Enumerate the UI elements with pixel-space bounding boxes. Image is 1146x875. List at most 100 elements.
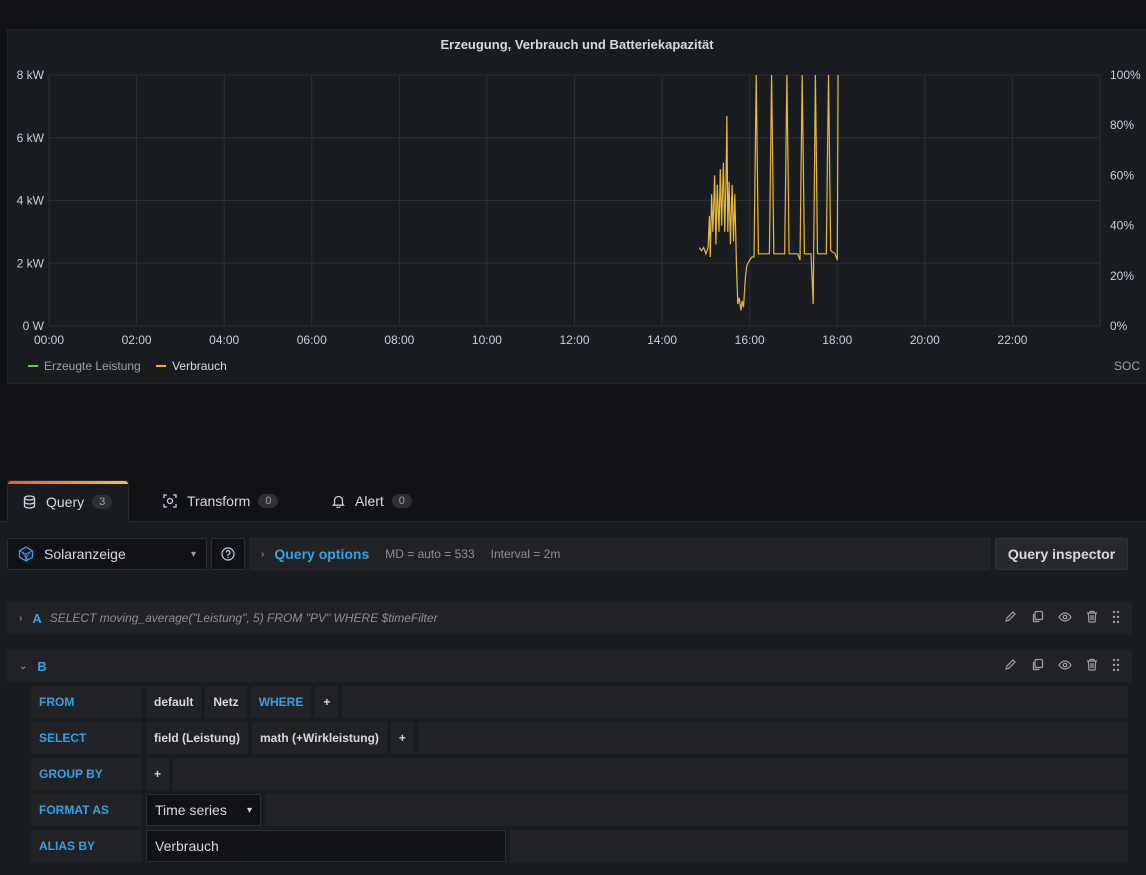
select-row: SELECT field (Leistung) math (+Wirkleist… [31,722,1128,754]
row-filler [342,686,1128,718]
field-segment[interactable]: field (Leistung) [146,722,248,754]
query-editor: Solaranzeige ▾ › Query options MD = auto… [0,522,1146,875]
chevron-right-icon[interactable]: › [19,613,22,624]
chevron-down-icon[interactable]: ⌄ [19,661,27,672]
legend-label: Verbrauch [172,359,227,373]
add-where-button[interactable]: + [315,686,339,718]
query-inspector-button[interactable]: Query inspector [995,538,1128,570]
tab-count: 0 [391,494,412,508]
chevron-down-icon: ▾ [190,548,196,560]
x-tick-label: 12:00 [559,333,589,347]
legend-item-erzeugte[interactable]: Erzeugte Leistung [28,359,141,373]
measurement-segment[interactable]: Netz [205,686,247,718]
query-options-label: Query options [274,546,370,562]
x-tick-label: 18:00 [822,333,852,347]
format-select[interactable]: Time series ▾ [146,794,261,826]
tab-label: Alert [355,493,384,509]
tab-transform[interactable]: Transform 0 [149,480,292,522]
drag-handle-icon[interactable] [1112,610,1120,627]
tab-alert[interactable]: Alert 0 [317,480,426,522]
influxdb-icon [18,546,34,562]
legend-label: SOC [1113,359,1140,373]
duplicate-icon[interactable] [1031,610,1044,626]
x-tick-label: 06:00 [297,333,327,347]
row-filler [265,794,1128,826]
chevron-right-icon: › [261,548,265,560]
x-tick-label: 14:00 [647,333,677,347]
datasource-picker[interactable]: Solaranzeige ▾ [7,538,207,570]
legend-left: Erzeugte Leistung Verbrauch [28,359,239,373]
database-icon [22,494,36,509]
format-row: FORMAT AS Time series ▾ [31,794,1128,826]
y-right-tick-label: 100% [1110,68,1141,82]
line-chart: 00:00 02:00 04:00 06:00 08:00 10:00 12:00 14:00… [17,68,1141,347]
datasource-name: Solaranzeige [44,546,126,562]
query-sql: SELECT moving_average("Leistung", 5) FRO… [49,611,438,625]
x-tick-label: 20:00 [910,333,940,347]
y-left-tick-label: 6 kW [17,131,45,145]
x-tick-label: 00:00 [34,333,64,347]
row-filler [173,758,1128,790]
legend-right: SOC [1114,359,1140,373]
tab-query[interactable]: Query 3 [7,480,129,522]
x-tick-label: 04:00 [209,333,239,347]
where-label: WHERE [250,686,312,718]
y-right-tick-label: 80% [1110,118,1134,132]
eye-icon[interactable] [1058,611,1072,626]
legend-swatch [156,364,167,367]
from-row: FROM default Netz WHERE + [31,686,1128,718]
add-groupby-button[interactable]: + [146,758,170,790]
alias-row: ALIAS BY Verbrauch [31,830,1128,862]
x-tick-label: 22:00 [997,333,1027,347]
query-row-a[interactable]: › A SELECT moving_average("Leistung", 5)… [7,602,1132,634]
retention-policy-segment[interactable]: default [146,686,202,718]
x-tick-label: 10:00 [472,333,502,347]
y-left-tick-label: 0 W [23,319,45,333]
groupby-row: GROUP BY + [31,758,1128,790]
y-left-tick-label: 8 kW [17,68,45,82]
y-right-tick-label: 40% [1110,219,1134,233]
eye-icon[interactable] [1058,659,1072,674]
row-filler [510,830,1128,862]
groupby-label: GROUP BY [31,758,142,790]
tab-label: Query [46,493,85,510]
y-right-tick-label: 20% [1110,269,1134,283]
series-line-verbrauch [698,74,839,311]
tab-label: Transform [187,493,251,509]
edit-icon[interactable] [1004,610,1017,626]
math-segment[interactable]: math (+Wirkleistung) [252,722,387,754]
duplicate-icon[interactable] [1031,658,1044,674]
format-value: Time series [155,802,227,818]
legend-item-verbrauch[interactable]: Verbrauch [156,359,227,373]
graph-panel[interactable]: Erzeugung, Verbrauch und Batteriekapazit… [7,29,1146,384]
legend-swatch [28,364,38,367]
legend-item-soc[interactable]: SOC [1114,359,1140,373]
alias-input[interactable]: Verbrauch [146,830,506,862]
row-actions [1004,610,1120,627]
legend-label: Erzeugte Leistung [44,359,141,373]
trash-icon[interactable] [1086,658,1098,674]
y-right-tick-label: 60% [1110,168,1134,182]
query-row-b[interactable]: ⌄ B [7,650,1132,682]
from-label: FROM [31,686,142,718]
max-data-points: MD = auto = 533 [385,547,475,561]
question-icon [221,547,235,561]
transform-icon [163,494,177,508]
alias-label: ALIAS BY [31,830,142,862]
editor-tabs: Query 3 Transform 0 Alert 0 [0,480,1146,522]
tab-count: 0 [258,494,279,508]
drag-handle-icon[interactable] [1112,658,1120,675]
query-options[interactable]: › Query options MD = auto = 533 Interval… [250,538,990,570]
interval: Interval = 2m [490,547,561,561]
row-filler [417,722,1128,754]
caret-down-icon: ▾ [246,804,252,816]
select-label: SELECT [31,722,142,754]
help-button[interactable] [211,538,245,570]
edit-icon[interactable] [1004,658,1017,674]
trash-icon[interactable] [1086,610,1098,626]
query-letter: A [32,610,42,626]
format-label: FORMAT AS [31,794,142,826]
x-tick-label: 02:00 [122,333,152,347]
add-select-button[interactable]: + [390,722,414,754]
x-tick-label: 08:00 [384,333,414,347]
